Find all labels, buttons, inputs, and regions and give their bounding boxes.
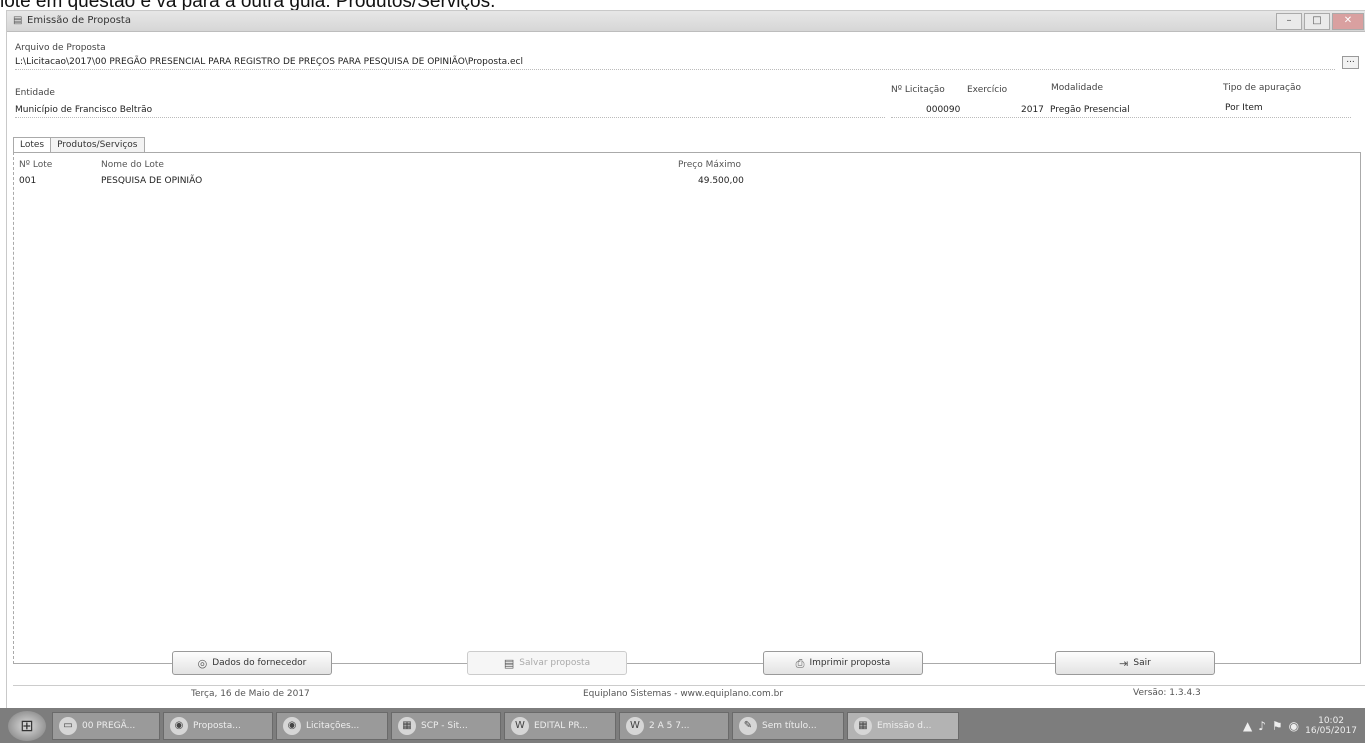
column-header-nome[interactable]: Nome do Lote (101, 160, 164, 170)
taskbar-item-label: Sem título... (762, 720, 817, 731)
row-preco: 49.500,00 (698, 176, 744, 186)
modalidade-label: Modalidade (1051, 83, 1103, 93)
taskbar-item-label: Proposta... (193, 720, 241, 731)
column-header-preco[interactable]: Preço Máximo (678, 160, 741, 170)
save-icon: ▤ (503, 656, 515, 670)
window-controls: – □ ✕ (1276, 13, 1364, 30)
status-version: Versão: 1.3.4.3 (1133, 688, 1201, 698)
title-bar[interactable]: ▤ Emissão de Proposta – □ ✕ (7, 11, 1365, 32)
minimize-button[interactable]: – (1276, 13, 1302, 30)
dados-fornecedor-label: Dados do fornecedor (212, 658, 307, 668)
taskbar-item-scp[interactable]: ▦ SCP - Sit... (391, 711, 501, 740)
word-icon: W (511, 716, 529, 735)
taskbar-item-emissao[interactable]: ▦ Emissão d... (847, 711, 959, 740)
arquivo-path-field[interactable]: L:\Licitacao\2017\00 PREGÃO PRESENCIAL P… (15, 57, 523, 67)
proposal-window: ▤ Emissão de Proposta – □ ✕ Arquivo de P… (6, 10, 1365, 709)
paint-icon: ✎ (739, 716, 757, 735)
windows-taskbar: ⊞ ▭ 00 PREGÃ... ◉ Proposta... ◉ Licitações.… (0, 708, 1365, 743)
apuracao-field: Por Item (1225, 103, 1263, 113)
start-button[interactable]: ⊞ (8, 710, 46, 741)
taskbar-item-doc[interactable]: W 2 A 5 7... (619, 711, 729, 740)
dados-fornecedor-button[interactable]: ◎ Dados do fornecedor (172, 651, 332, 675)
status-company: Equiplano Sistemas - www.equiplano.com.b… (583, 689, 784, 699)
print-icon: ⎙ (795, 656, 805, 670)
status-bar: Terça, 16 de Maio de 2017 Equiplano Sist… (13, 685, 1365, 700)
arquivo-underline (15, 69, 1335, 70)
taskbar-item-chrome-licitacoes[interactable]: ◉ Licitações... (276, 711, 388, 740)
salvar-proposta-button[interactable]: ▤ Salvar proposta (467, 651, 627, 675)
tab-lotes[interactable]: Lotes (13, 137, 52, 152)
close-button[interactable]: ✕ (1332, 13, 1364, 30)
taskbar-item-label: Licitações... (306, 720, 360, 731)
entidade-label: Entidade (15, 88, 55, 98)
column-header-lote[interactable]: Nº Lote (19, 160, 52, 170)
modalidade-field: Pregão Presencial (1050, 105, 1130, 115)
taskbar-item-folder[interactable]: ▭ 00 PREGÃ... (52, 711, 160, 740)
browse-button[interactable]: ... (1342, 56, 1359, 69)
network-icon[interactable]: ▲ (1243, 719, 1252, 733)
taskbar-item-edital[interactable]: W EDITAL PR... (504, 711, 616, 740)
user-icon: ◎ (197, 656, 208, 670)
exercicio-field: 2017 (1021, 105, 1044, 115)
exit-icon: ⇥ (1119, 656, 1129, 670)
row-lote: 001 (19, 176, 37, 186)
clock-time: 10:02 (1318, 715, 1345, 726)
chrome-tray-icon[interactable]: ◉ (1289, 719, 1299, 733)
tab-produtos-servicos[interactable]: Produtos/Serviços (50, 137, 145, 152)
clock-date: 16/05/2017 (1305, 725, 1357, 736)
chrome-icon: ◉ (170, 716, 188, 735)
taskbar-item-label: SCP - Sit... (421, 720, 468, 731)
salvar-proposta-label: Salvar proposta (519, 658, 591, 668)
sair-label: Sair (1133, 658, 1151, 668)
taskbar-item-label: 2 A 5 7... (649, 720, 690, 731)
sair-button[interactable]: ⇥ Sair (1055, 651, 1215, 675)
app-icon: ▦ (398, 716, 416, 735)
folder-icon: ▭ (59, 716, 77, 735)
document-icon: ▤ (13, 15, 23, 26)
licitacao-label: Nº Licitação (891, 85, 945, 95)
window-title: Emissão de Proposta (27, 15, 131, 26)
tab-strip: Lotes Produtos/Serviços (13, 137, 145, 152)
chrome-icon: ◉ (283, 716, 301, 735)
app-icon: ▦ (854, 716, 872, 735)
taskbar-item-paint[interactable]: ✎ Sem título... (732, 711, 844, 740)
taskbar-item-label: 00 PREGÃ... (82, 720, 136, 731)
arquivo-label: Arquivo de Proposta (15, 43, 106, 53)
imprimir-proposta-button[interactable]: ⎙ Imprimir proposta (763, 651, 923, 675)
instruction-caption: lote em questão e vá para a outra guia: … (0, 0, 1365, 10)
entidade-field: Município de Francisco Beltrão (15, 105, 153, 115)
flag-icon[interactable]: ⚑ (1272, 719, 1283, 733)
taskbar-item-label: Emissão d... (877, 720, 932, 731)
system-tray: ▲ ♪ ⚑ ◉ 10:02 16/05/2017 (1243, 716, 1365, 736)
status-date: Terça, 16 de Maio de 2017 (191, 689, 310, 699)
word-icon: W (626, 716, 644, 735)
lotes-panel: Nº Lote Nome do Lote Preço Máximo 001 PE… (13, 152, 1361, 664)
licitacao-field: 000090 (926, 105, 961, 115)
row-nome: PESQUISA DE OPINIÃO (101, 176, 203, 186)
volume-icon[interactable]: ♪ (1258, 719, 1266, 733)
apuracao-label: Tipo de apuração (1223, 83, 1302, 93)
imprimir-proposta-label: Imprimir proposta (809, 658, 891, 668)
entidade-underline (15, 117, 885, 118)
header-fields-underline (891, 117, 1351, 118)
taskbar-item-chrome-proposta[interactable]: ◉ Proposta... (163, 711, 273, 740)
maximize-button[interactable]: □ (1304, 13, 1330, 30)
system-clock[interactable]: 10:02 16/05/2017 (1305, 716, 1357, 736)
exercicio-label: Exercício (967, 85, 1008, 95)
taskbar-item-label: EDITAL PR... (534, 720, 589, 731)
